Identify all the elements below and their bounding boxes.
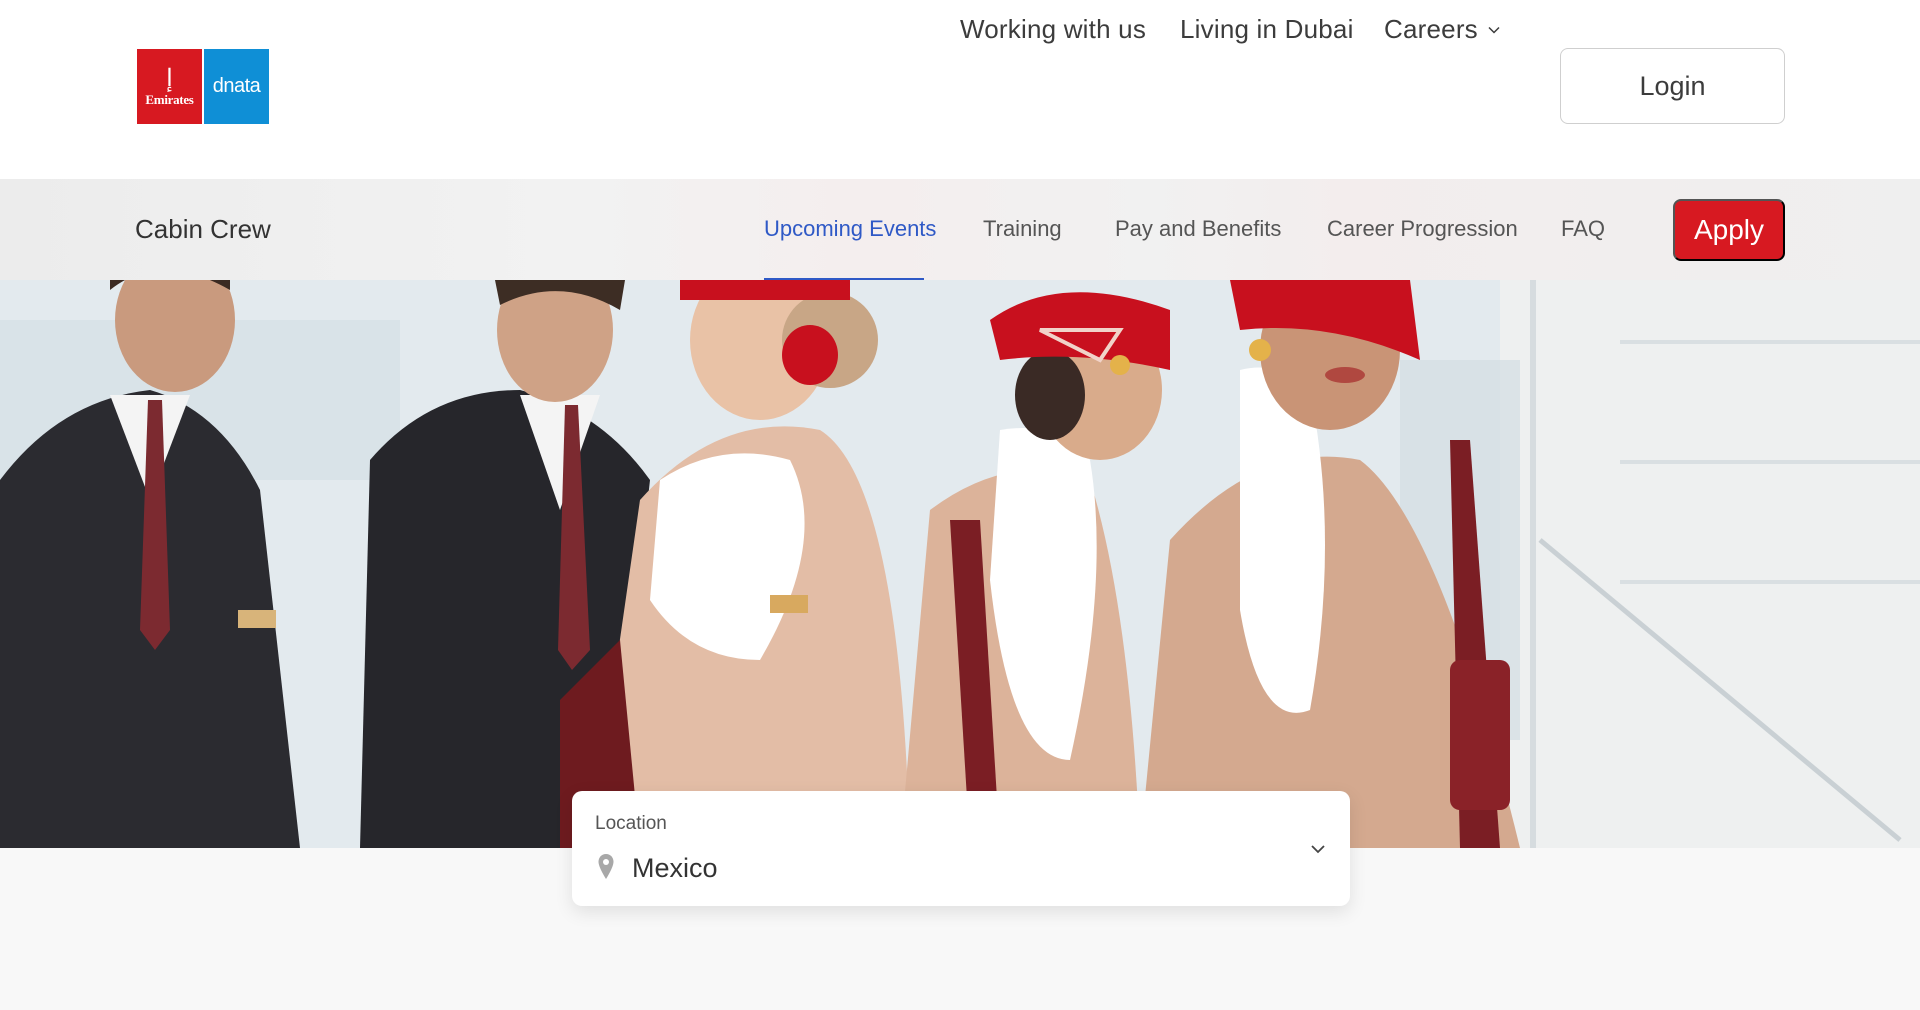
- location-selected-value: Mexico: [632, 853, 718, 883]
- emirates-logo: إ Emirates: [137, 49, 202, 124]
- dnata-wordmark: dnata: [212, 75, 261, 97]
- emirates-wordmark: Emirates: [145, 91, 194, 107]
- chevron-down-icon: [1488, 26, 1500, 34]
- location-dropdown[interactable]: Location Mexico: [572, 791, 1350, 906]
- dnata-logo: dnata: [204, 49, 269, 124]
- cabin-crew-photo: [0, 280, 1920, 848]
- section-title[interactable]: Cabin Crew: [135, 214, 271, 245]
- location-pin-icon: [598, 854, 614, 879]
- nav-careers-label: Careers: [1384, 14, 1478, 44]
- hero-cabin-crew-image: [0, 280, 1920, 848]
- emirates-calligraphy-icon: إ: [166, 63, 173, 92]
- tab-pay-and-benefits[interactable]: Pay and Benefits: [1115, 216, 1281, 242]
- tab-career-progression[interactable]: Career Progression: [1327, 216, 1518, 242]
- location-label: Location: [595, 813, 667, 834]
- nav-living-in-dubai[interactable]: Living in Dubai: [1180, 14, 1354, 45]
- cabin-crew-subnav: Cabin Crew Upcoming Events Training Pay …: [0, 179, 1920, 280]
- login-button[interactable]: Login: [1560, 48, 1785, 124]
- chevron-down-icon[interactable]: [1310, 841, 1326, 857]
- nav-careers[interactable]: Careers: [1384, 14, 1500, 45]
- apply-button[interactable]: Apply: [1673, 199, 1785, 261]
- tab-upcoming-events[interactable]: Upcoming Events: [764, 216, 936, 242]
- tab-faq[interactable]: FAQ: [1561, 216, 1605, 242]
- tab-training[interactable]: Training: [983, 216, 1062, 242]
- nav-working-with-us[interactable]: Working with us: [960, 14, 1146, 45]
- top-header: إ Emirates dnata Working with us Living …: [0, 0, 1920, 179]
- emirates-dnata-logo[interactable]: إ Emirates dnata: [137, 49, 269, 124]
